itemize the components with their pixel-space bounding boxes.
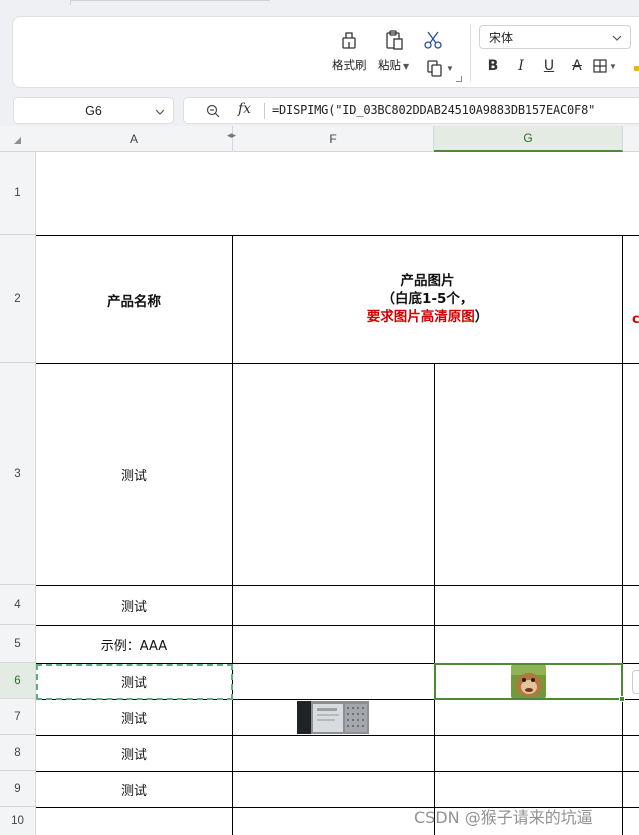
format-painter-icon xyxy=(336,27,362,53)
embedded-image-g6[interactable] xyxy=(511,665,546,698)
ribbon-area: 格式刷 粘贴 ▼ ▼ 宋体 B I U A ▼ xyxy=(0,0,639,96)
cell-a3[interactable]: 测试 xyxy=(36,364,232,585)
row-header-1[interactable]: 1 xyxy=(0,152,36,235)
formula-input[interactable]: =DISPIMG("ID_03BC802DDAB24510A9883DB157E… xyxy=(272,103,638,117)
strikethrough-button[interactable]: A xyxy=(563,56,591,76)
row-header-4[interactable]: 4 xyxy=(0,585,36,625)
font-name-value: 宋体 xyxy=(489,30,514,45)
cell-a5[interactable]: 示例：AAA xyxy=(36,626,232,663)
chevron-down-icon xyxy=(612,32,622,46)
select-all-corner[interactable] xyxy=(0,126,36,152)
name-box[interactable]: G6 xyxy=(13,97,174,124)
row-header-2[interactable]: 2 xyxy=(0,235,36,363)
insert-function-button[interactable]: fx xyxy=(238,101,251,117)
chevron-down-icon xyxy=(155,106,165,120)
row-header-10[interactable]: 10 xyxy=(0,807,36,835)
border-line xyxy=(434,363,435,835)
row-header-7[interactable]: 7 xyxy=(0,699,36,735)
formula-separator xyxy=(264,103,265,119)
row-header-9[interactable]: 9 xyxy=(0,771,36,807)
paste-icon xyxy=(381,27,407,53)
bold-button[interactable]: B xyxy=(479,56,507,76)
cell-a4[interactable]: 测试 xyxy=(36,586,232,625)
borders-dropdown-icon[interactable]: ▼ xyxy=(609,62,617,71)
paste-label: 粘贴 xyxy=(378,58,401,72)
embedded-image-f7[interactable] xyxy=(297,701,369,734)
column-header-row: A F G ◂▸ xyxy=(0,126,639,152)
hidden-columns-icon[interactable]: ◂▸ xyxy=(227,130,236,141)
paste-button[interactable]: 粘贴 ▼ xyxy=(378,27,409,73)
column-header-a[interactable]: A xyxy=(36,126,233,152)
cell-a2[interactable]: 产品名称 xyxy=(36,236,232,363)
zoom-out-icon[interactable] xyxy=(206,104,220,121)
fill-color-icon[interactable] xyxy=(634,66,639,71)
format-painter-label: 格式刷 xyxy=(332,58,367,72)
cell-a7[interactable]: 测试 xyxy=(36,700,232,735)
cut-button[interactable] xyxy=(420,27,446,53)
underline-button[interactable]: U xyxy=(535,56,563,76)
spreadsheet-grid[interactable]: A F G ◂▸ 1 2 3 4 5 6 7 8 9 10 产品名称 产品图片 … xyxy=(0,126,639,835)
cell-a8[interactable]: 测试 xyxy=(36,736,232,771)
product-image-header-red: 要求图片高清原图 xyxy=(366,309,475,325)
copy-button[interactable]: ▼ xyxy=(424,55,456,81)
select-all-icon xyxy=(14,137,21,144)
border-line xyxy=(622,235,623,835)
row-header-8[interactable]: 8 xyxy=(0,735,36,771)
italic-button[interactable]: I xyxy=(507,56,535,76)
product-image-header-close: ） xyxy=(474,309,489,325)
font-name-select[interactable]: 宋体 xyxy=(479,25,631,49)
column-header-f[interactable]: F xyxy=(233,126,434,152)
column-header-h[interactable] xyxy=(623,126,639,152)
paste-dropdown-icon[interactable]: ▼ xyxy=(403,62,409,71)
paste-label-wrap: 粘贴 ▼ xyxy=(378,57,409,73)
copy-dropdown-icon[interactable]: ▼ xyxy=(446,64,454,73)
font-format-toolbar: B I U A ▼ xyxy=(479,56,619,76)
clipboard-dialog-launcher-icon[interactable] xyxy=(456,76,462,82)
copy-marquee xyxy=(36,664,233,700)
watermark: CSDN @猴子请来的坑逼 xyxy=(414,808,593,827)
floating-side-button[interactable] xyxy=(632,670,639,694)
ribbon-separator xyxy=(470,24,471,82)
row-header-3[interactable]: 3 xyxy=(0,363,36,585)
borders-button[interactable]: ▼ xyxy=(591,56,619,76)
format-painter-button[interactable]: 格式刷 xyxy=(332,27,367,73)
fill-handle[interactable] xyxy=(619,696,625,702)
column-header-g[interactable]: G xyxy=(434,126,623,152)
row-header-5[interactable]: 5 xyxy=(0,625,36,663)
formula-bar: G6 fx =DISPIMG("ID_03BC802DDAB24510A9883… xyxy=(0,96,639,126)
product-image-header-line1: 产品图片 xyxy=(400,273,455,289)
cell-f2[interactable]: 产品图片 （白底1-5个， 要求图片高清原图） xyxy=(233,236,622,363)
cell-reference: G6 xyxy=(85,103,102,118)
tab-strip-edge xyxy=(70,0,270,5)
cell-a9[interactable]: 测试 xyxy=(36,772,232,807)
cell-h2-partial: c xyxy=(632,312,639,327)
formula-input-area: fx =DISPIMG("ID_03BC802DDAB24510A9883DB1… xyxy=(183,97,639,124)
product-image-header-line2: （白底1-5个， xyxy=(381,291,474,307)
scissors-icon xyxy=(420,27,446,53)
copy-icon: ▼ xyxy=(424,55,456,81)
borders-icon xyxy=(593,59,607,73)
row-header-6[interactable]: 6 xyxy=(0,663,36,699)
